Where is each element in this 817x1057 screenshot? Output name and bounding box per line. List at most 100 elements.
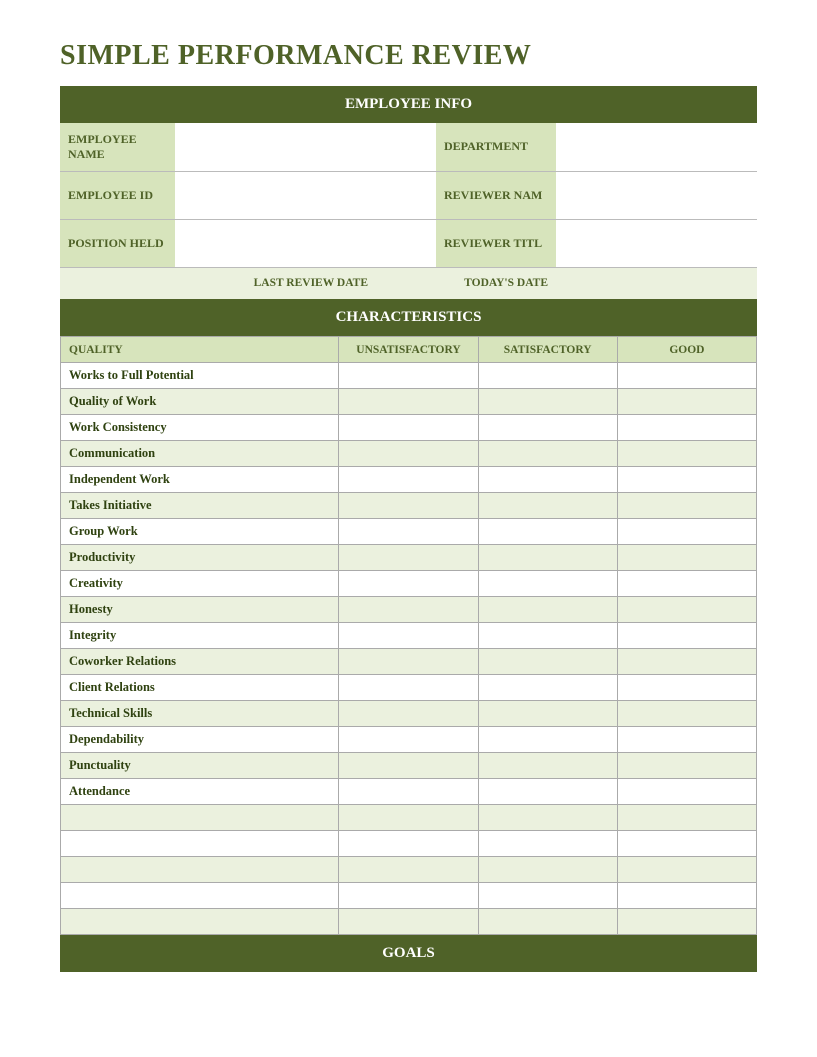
rating-cell[interactable] — [339, 389, 478, 415]
rating-cell[interactable] — [478, 441, 617, 467]
rating-cell[interactable] — [339, 649, 478, 675]
quality-label: Quality of Work — [61, 389, 339, 415]
rating-cell[interactable] — [617, 441, 756, 467]
rating-cell[interactable] — [339, 831, 478, 857]
rating-cell[interactable] — [339, 805, 478, 831]
rating-cell[interactable] — [339, 467, 478, 493]
rating-cell[interactable] — [339, 779, 478, 805]
employee-name-value[interactable] — [175, 123, 376, 171]
quality-label: Work Consistency — [61, 415, 339, 441]
rating-cell[interactable] — [478, 909, 617, 935]
quality-label: Creativity — [61, 571, 339, 597]
rating-cell[interactable] — [617, 831, 756, 857]
rating-cell[interactable] — [478, 701, 617, 727]
rating-cell[interactable] — [478, 649, 617, 675]
rating-cell[interactable] — [617, 779, 756, 805]
employee-id-value[interactable] — [175, 171, 376, 219]
rating-cell[interactable] — [478, 779, 617, 805]
rating-cell[interactable] — [339, 545, 478, 571]
rating-cell[interactable] — [478, 831, 617, 857]
rating-cell[interactable] — [339, 571, 478, 597]
rating-cell[interactable] — [617, 493, 756, 519]
reviewer-title-value[interactable] — [556, 219, 757, 267]
rating-cell[interactable] — [478, 467, 617, 493]
rating-cell[interactable] — [339, 883, 478, 909]
rating-cell[interactable] — [478, 363, 617, 389]
rating-cell[interactable] — [339, 623, 478, 649]
rating-cell[interactable] — [617, 467, 756, 493]
last-review-date-value[interactable] — [376, 267, 436, 299]
table-row — [61, 909, 757, 935]
rating-cell[interactable] — [339, 415, 478, 441]
rating-cell[interactable] — [339, 519, 478, 545]
rating-cell[interactable] — [617, 415, 756, 441]
table-row: Integrity — [61, 623, 757, 649]
spacer-cell — [376, 219, 436, 267]
rating-cell[interactable] — [617, 519, 756, 545]
rating-cell[interactable] — [339, 727, 478, 753]
rating-cell[interactable] — [478, 389, 617, 415]
rating-cell[interactable] — [478, 493, 617, 519]
quality-label: Coworker Relations — [61, 649, 339, 675]
rating-cell[interactable] — [478, 857, 617, 883]
quality-label: Punctuality — [61, 753, 339, 779]
rating-cell[interactable] — [617, 883, 756, 909]
rating-cell[interactable] — [617, 389, 756, 415]
goals-header: GOALS — [60, 935, 757, 972]
rating-cell[interactable] — [617, 909, 756, 935]
quality-label — [61, 883, 339, 909]
characteristics-table: QUALITY UNSATISFACTORY SATISFACTORY GOOD… — [60, 336, 757, 935]
rating-cell[interactable] — [617, 753, 756, 779]
rating-cell[interactable] — [617, 701, 756, 727]
table-row: Quality of Work — [61, 389, 757, 415]
satisfactory-column-header: SATISFACTORY — [478, 337, 617, 363]
rating-cell[interactable] — [617, 571, 756, 597]
spacer-cell — [376, 123, 436, 171]
reviewer-name-value[interactable] — [556, 171, 757, 219]
rating-cell[interactable] — [339, 597, 478, 623]
table-row — [61, 805, 757, 831]
rating-cell[interactable] — [339, 857, 478, 883]
department-value[interactable] — [556, 123, 757, 171]
quality-label: Technical Skills — [61, 701, 339, 727]
rating-cell[interactable] — [339, 675, 478, 701]
table-row: Group Work — [61, 519, 757, 545]
rating-cell[interactable] — [617, 597, 756, 623]
quality-label: Integrity — [61, 623, 339, 649]
rating-cell[interactable] — [617, 727, 756, 753]
rating-cell[interactable] — [617, 623, 756, 649]
rating-cell[interactable] — [478, 727, 617, 753]
rating-cell[interactable] — [478, 571, 617, 597]
quality-label: Works to Full Potential — [61, 363, 339, 389]
spacer-cell — [376, 171, 436, 219]
rating-cell[interactable] — [339, 441, 478, 467]
rating-cell[interactable] — [478, 597, 617, 623]
rating-cell[interactable] — [617, 857, 756, 883]
rating-cell[interactable] — [478, 675, 617, 701]
reviewer-name-label: REVIEWER NAM — [436, 171, 556, 219]
rating-cell[interactable] — [339, 753, 478, 779]
rating-cell[interactable] — [478, 545, 617, 571]
todays-date-value[interactable] — [556, 267, 757, 299]
rating-cell[interactable] — [478, 805, 617, 831]
rating-cell[interactable] — [617, 805, 756, 831]
rating-cell[interactable] — [339, 493, 478, 519]
rating-cell[interactable] — [478, 883, 617, 909]
rating-cell[interactable] — [617, 649, 756, 675]
table-row: Dependability — [61, 727, 757, 753]
position-held-value[interactable] — [175, 219, 376, 267]
table-row: Takes Initiative — [61, 493, 757, 519]
table-row: Honesty — [61, 597, 757, 623]
rating-cell[interactable] — [478, 415, 617, 441]
rating-cell[interactable] — [617, 363, 756, 389]
rating-cell[interactable] — [617, 675, 756, 701]
rating-cell[interactable] — [339, 701, 478, 727]
rating-cell[interactable] — [478, 519, 617, 545]
rating-cell[interactable] — [339, 363, 478, 389]
rating-cell[interactable] — [478, 623, 617, 649]
rating-cell[interactable] — [339, 909, 478, 935]
table-row: Punctuality — [61, 753, 757, 779]
rating-cell[interactable] — [617, 545, 756, 571]
employee-name-label: EMPLOYEE NAME — [60, 123, 175, 171]
rating-cell[interactable] — [478, 753, 617, 779]
